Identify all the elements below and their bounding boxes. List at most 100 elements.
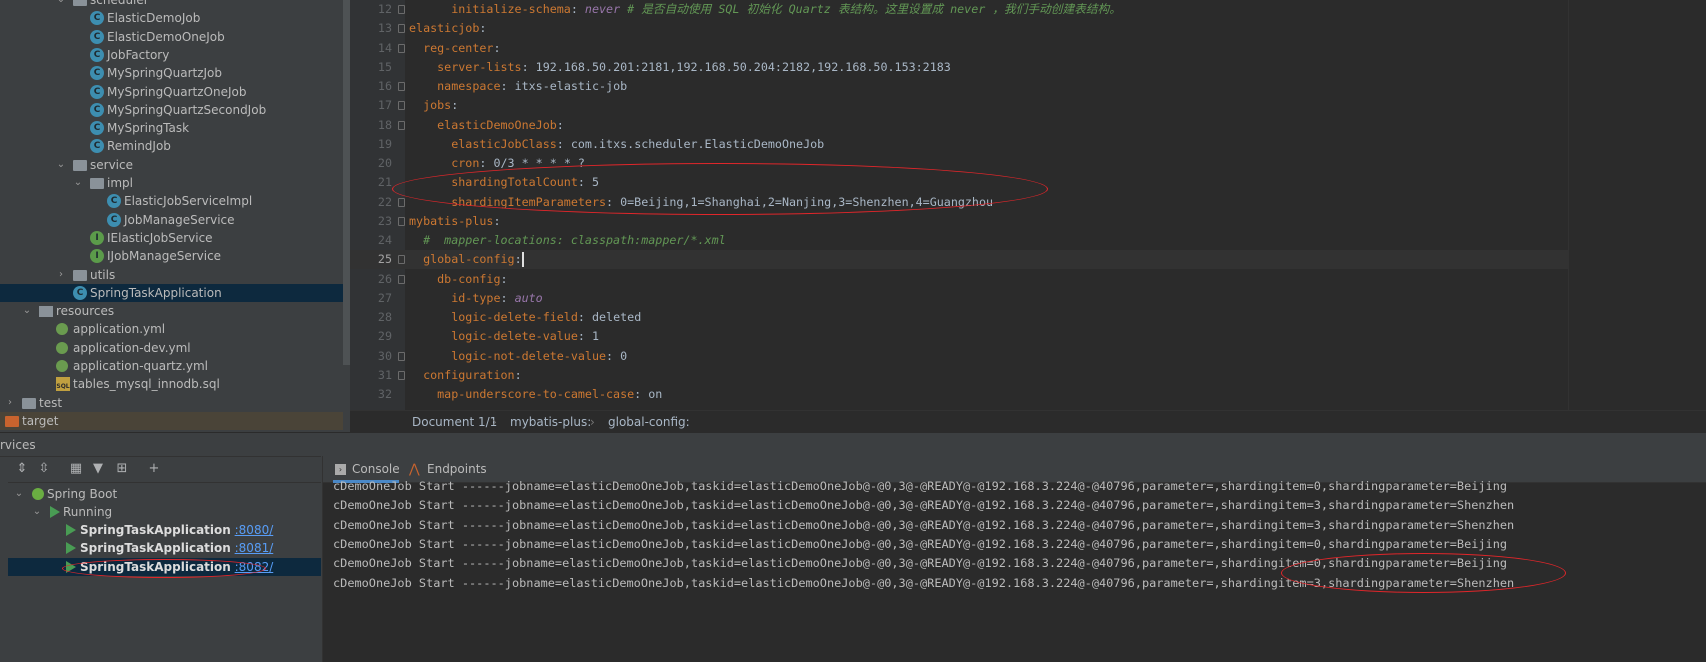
- run-icon: [66, 561, 76, 573]
- token: com.itxs.scheduler.ElasticDemoOneJob: [570, 136, 825, 151]
- fold-icon[interactable]: [398, 216, 405, 226]
- code-text: map-underscore-to-camel-case: on: [409, 385, 662, 404]
- code-line[interactable]: 17 jobs:: [350, 96, 1568, 115]
- code-line[interactable]: 23 mybatis-plus:: [350, 212, 1568, 231]
- tree-item[interactable]: I IJobManageService: [0, 247, 343, 265]
- tree-item[interactable]: application.yml: [0, 320, 343, 338]
- code-line[interactable]: 26 db-config:: [350, 270, 1568, 289]
- token: :: [500, 79, 515, 93]
- token: :: [451, 98, 459, 113]
- tree-item[interactable]: C ElasticJobServiceImpl: [0, 192, 343, 210]
- fold-icon[interactable]: [398, 197, 405, 207]
- chevron-right-icon[interactable]: ›: [56, 266, 66, 284]
- fold-icon[interactable]: [398, 274, 405, 284]
- code-line[interactable]: 29 logic-delete-value: 1: [350, 327, 1568, 346]
- fold-icon[interactable]: [398, 101, 405, 111]
- chevron-down-icon[interactable]: ⌄: [14, 485, 24, 503]
- tree-item-label: JobManageService: [124, 212, 235, 227]
- new-service-icon[interactable]: ⊞: [114, 461, 130, 477]
- tree-node-spring-boot[interactable]: ⌄ Spring Boot: [8, 485, 321, 503]
- code-line[interactable]: 27 id-type: auto: [350, 289, 1568, 308]
- tree-item[interactable]: ⌄ resources: [0, 302, 343, 320]
- tree-item[interactable]: C MySpringQuartzOneJob: [0, 83, 343, 101]
- fold-icon[interactable]: [398, 351, 405, 361]
- tree-item-label: RemindJob: [107, 139, 171, 154]
- tree-item[interactable]: › test: [0, 394, 343, 412]
- code-line[interactable]: 21 shardingTotalCount: 5: [350, 173, 1568, 192]
- tree-item[interactable]: C ElasticDemoOneJob: [0, 28, 343, 46]
- code-line[interactable]: 28 logic-delete-field: deleted: [350, 308, 1568, 327]
- code-line[interactable]: 14 reg-center:: [350, 39, 1568, 58]
- code-line[interactable]: 22 shardingItemParameters: 0=Beijing,1=S…: [350, 193, 1568, 212]
- fold-icon[interactable]: [398, 255, 405, 265]
- chevron-down-icon[interactable]: ⌄: [73, 174, 83, 192]
- service-app-8081[interactable]: SpringTaskApplication :8081/: [8, 539, 321, 557]
- code-line[interactable]: 24 # mapper-locations: classpath:mapper/…: [350, 231, 1568, 250]
- project-scrollbar[interactable]: [343, 0, 350, 365]
- breadcrumb-item[interactable]: mybatis-plus:: [510, 411, 591, 433]
- chevron-down-icon[interactable]: ⌄: [56, 156, 66, 174]
- tree-item[interactable]: C JobManageService: [0, 211, 343, 229]
- tree-item[interactable]: C MySpringTask: [0, 119, 343, 137]
- fold-icon[interactable]: [398, 370, 405, 380]
- code-line[interactable]: 15 server-lists: 192.168.50.201:2181,192…: [350, 58, 1568, 77]
- code-line[interactable]: 31 configuration:: [350, 366, 1568, 385]
- tree-item[interactable]: C JobFactory: [0, 46, 343, 64]
- code-line[interactable]: 12 initialize-schema: never # 是否自动使用 SQL…: [350, 0, 1568, 19]
- token: :: [493, 213, 501, 228]
- project-tree[interactable]: ⌄schedulerCElasticDemoJobCElasticDemoOne…: [0, 0, 343, 432]
- tree-item[interactable]: I IElasticJobService: [0, 229, 343, 247]
- chevron-down-icon[interactable]: ⌄: [32, 503, 42, 521]
- breadcrumb-item[interactable]: Document 1/1: [412, 411, 497, 433]
- tree-node-running[interactable]: ⌄ Running: [8, 503, 321, 521]
- port-link[interactable]: :8081/: [235, 541, 274, 555]
- tree-item[interactable]: C ElasticDemoJob: [0, 9, 343, 27]
- service-app-8082[interactable]: SpringTaskApplication :8082/: [8, 558, 321, 576]
- tree-item[interactable]: application-dev.yml: [0, 339, 343, 357]
- chevron-right-icon[interactable]: ›: [5, 394, 15, 412]
- collapse-all-icon[interactable]: ⇳: [36, 461, 52, 477]
- code-line[interactable]: 25 global-config:: [350, 250, 1568, 270]
- code-line[interactable]: 16 namespace: itxs-elastic-job: [350, 77, 1568, 96]
- app-entry: SpringTaskApplication :8082/: [80, 558, 273, 576]
- code-line[interactable]: 18 elasticDemoOneJob:: [350, 116, 1568, 135]
- breadcrumb-item[interactable]: global-config:: [608, 411, 690, 433]
- tree-item[interactable]: C MySpringQuartzSecondJob: [0, 101, 343, 119]
- code-line[interactable]: 32 map-underscore-to-camel-case: on: [350, 385, 1568, 404]
- tree-item-label: ElasticDemoJob: [107, 11, 201, 26]
- breadcrumb-separator: ›: [590, 415, 595, 429]
- token: :: [479, 156, 494, 170]
- fold-icon[interactable]: [398, 5, 405, 14]
- code-line[interactable]: 20 cron: 0/3 * * * * ?: [350, 154, 1568, 173]
- group-icon[interactable]: ▦: [68, 461, 84, 477]
- tree-item[interactable]: ⌄ scheduler: [0, 0, 343, 9]
- fold-icon[interactable]: [398, 82, 405, 91]
- chevron-down-icon[interactable]: ⌄: [56, 0, 66, 9]
- fold-icon[interactable]: [398, 43, 405, 53]
- code-line[interactable]: 13 elasticjob:: [350, 19, 1568, 38]
- code-line[interactable]: 19 elasticJobClass: com.itxs.scheduler.E…: [350, 135, 1568, 154]
- tree-item[interactable]: ›target: [0, 411, 343, 430]
- service-app-8080[interactable]: SpringTaskApplication :8080/: [8, 521, 321, 539]
- tree-item[interactable]: › utils: [0, 266, 343, 284]
- class-icon: C: [90, 102, 104, 117]
- tree-item[interactable]: SQL tables_mysql_innodb.sql: [0, 375, 343, 393]
- add-icon[interactable]: +: [146, 461, 162, 477]
- fold-icon[interactable]: [398, 24, 405, 34]
- tree-item[interactable]: C RemindJob: [0, 137, 343, 155]
- expand-all-icon[interactable]: ⇕: [14, 461, 30, 477]
- code-editor[interactable]: 12 initialize-schema: never # 是否自动使用 SQL…: [350, 0, 1568, 410]
- tree-item[interactable]: ⌄ service: [0, 156, 343, 174]
- chevron-down-icon[interactable]: ⌄: [22, 302, 32, 320]
- spring-boot-class-icon: C: [73, 285, 87, 300]
- tree-item[interactable]: application-quartz.yml: [0, 357, 343, 375]
- tree-item[interactable]: C SpringTaskApplication: [0, 283, 343, 302]
- tree-item[interactable]: ⌄ impl: [0, 174, 343, 192]
- filter-icon[interactable]: ▼: [90, 461, 106, 477]
- tree-item[interactable]: C MySpringQuartzJob: [0, 64, 343, 82]
- token: logic-delete-value: [409, 329, 578, 344]
- fold-icon[interactable]: [398, 120, 405, 130]
- port-link[interactable]: :8080/: [235, 523, 274, 537]
- code-line[interactable]: 30 logic-not-delete-value: 0: [350, 347, 1568, 366]
- port-link[interactable]: :8082/: [235, 560, 274, 574]
